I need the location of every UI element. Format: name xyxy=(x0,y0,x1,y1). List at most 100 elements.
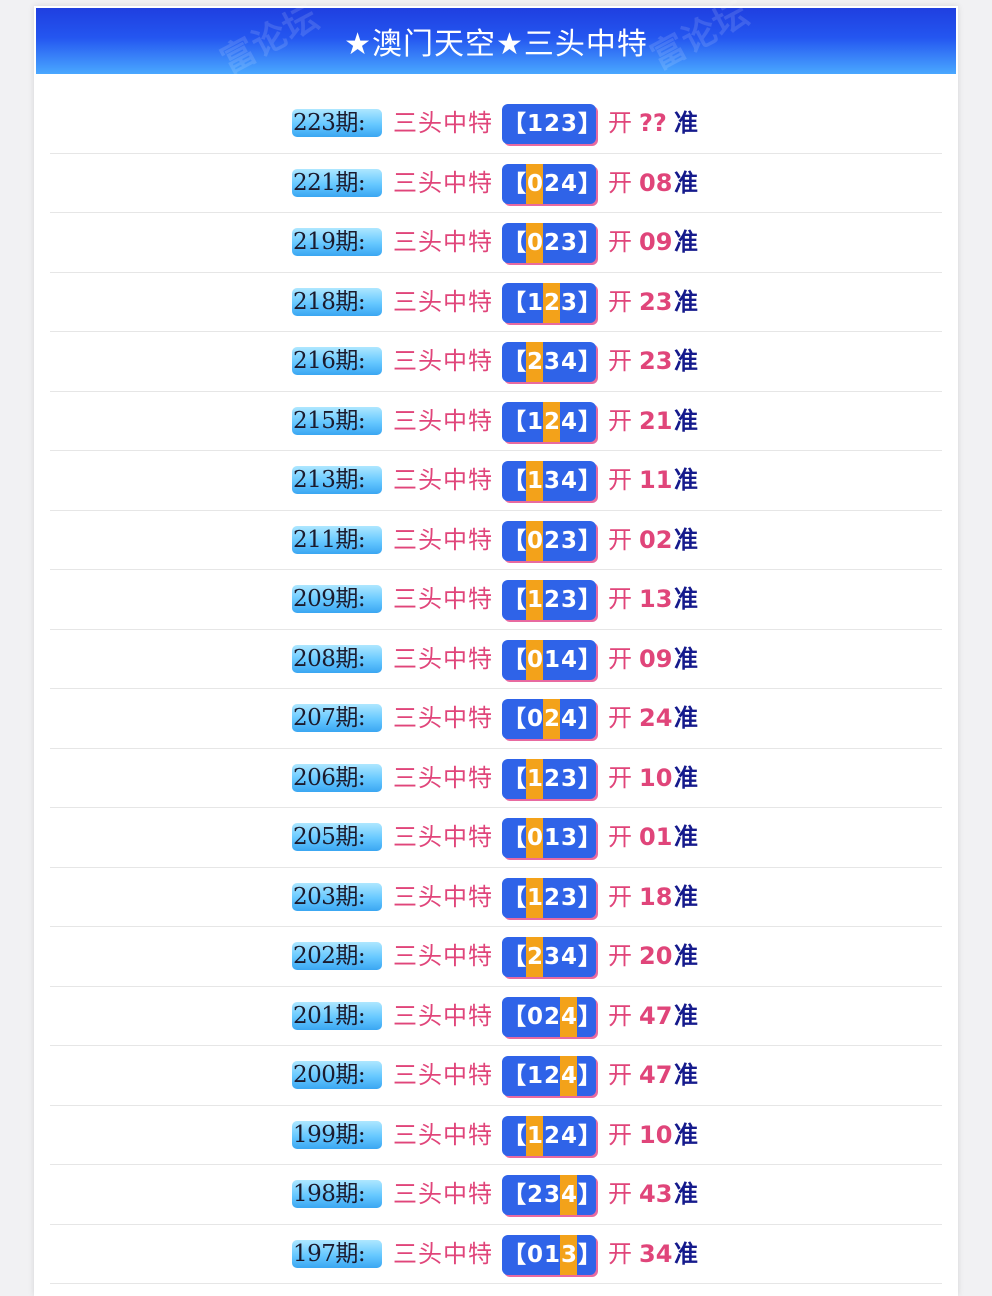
watermark: 富论坛 xyxy=(214,0,326,82)
hit-digit: 2 xyxy=(543,401,560,442)
list-item: 209期: 三头中特 【123】开 13 准 xyxy=(50,570,942,630)
digit: 】 xyxy=(578,587,601,613)
digit: 】 xyxy=(578,884,601,911)
digit: 3 xyxy=(561,527,577,554)
digit: 3 xyxy=(561,884,577,911)
list-item: 215期: 三头中特 【124】开 21 准 xyxy=(50,392,942,451)
result-number: 20 xyxy=(639,942,673,970)
open-label: 开 xyxy=(608,585,632,613)
accuracy-mark: 准 xyxy=(674,942,698,970)
list-item: 198期: 三头中特 【234】开 43 准 xyxy=(50,1165,942,1225)
open-label: 开 xyxy=(608,704,632,732)
digit: 2 xyxy=(544,765,560,792)
result-number: 18 xyxy=(639,882,673,911)
list-item: 223期: 三头中特 【123】开?? 准 xyxy=(50,94,942,154)
predicted-digits-box: 【124】 xyxy=(502,1115,601,1156)
digit: 】 xyxy=(578,527,601,554)
predicted-digits-box: 【023】 xyxy=(502,520,601,561)
prediction-label: 三头中特 xyxy=(393,1239,493,1268)
prediction-label: 三头中特 xyxy=(393,228,493,256)
open-label: 开 xyxy=(608,823,632,851)
accuracy-mark: 准 xyxy=(674,168,698,197)
digit: 3 xyxy=(561,230,577,256)
digit: 【 xyxy=(503,111,526,137)
accuracy-mark: 准 xyxy=(674,347,698,375)
result-number: 09 xyxy=(639,228,673,256)
digit: 4 xyxy=(561,349,577,375)
digit: 3 xyxy=(561,765,577,792)
watermark: 富论坛 xyxy=(644,0,756,78)
digit: 】 xyxy=(578,1182,601,1208)
digit: 1 xyxy=(527,408,543,435)
open-label: 开 xyxy=(608,525,632,554)
digit: 0 xyxy=(527,1003,543,1030)
predicted-digits-box: 【234】 xyxy=(502,937,601,977)
digit: 【 xyxy=(503,230,526,256)
list-item: 205期: 三头中特 【013】开 01 准 xyxy=(50,808,942,868)
digit: 3 xyxy=(544,1182,560,1208)
accuracy-mark: 准 xyxy=(674,1061,698,1089)
digit: 【 xyxy=(503,646,526,673)
hit-digit: 1 xyxy=(526,758,543,799)
open-label: 开 xyxy=(608,763,632,792)
digit: 【 xyxy=(503,825,526,851)
digit: 【 xyxy=(503,408,526,435)
result-number: 23 xyxy=(639,287,673,316)
digit: 【 xyxy=(503,289,526,316)
digit: 1 xyxy=(544,1241,560,1268)
result-number: 13 xyxy=(639,585,673,613)
digit: 4 xyxy=(561,1122,577,1149)
issue-number-badge: 202期: xyxy=(292,942,382,970)
list-item: 208期: 三头中特 【014】开 09 准 xyxy=(50,630,942,689)
list-item: 218期: 三头中特 【123】开 23 准 xyxy=(50,273,942,332)
list-item: 221期: 三头中特 【024】开 08 准 xyxy=(50,154,942,213)
hit-digit: 0 xyxy=(526,818,543,858)
open-label: 开 xyxy=(608,1180,632,1208)
content-panel: 富论坛 富论坛 ★澳门天空★三头中特 223期: 三头中特 【123】开?? 准 221… xyxy=(34,0,958,1296)
open-label: 开 xyxy=(608,168,632,197)
digit: 3 xyxy=(561,289,577,316)
predicted-digits-box: 【024】 xyxy=(502,163,601,204)
digit: 【 xyxy=(503,765,526,792)
digit: 】 xyxy=(578,1241,601,1268)
result-number: 10 xyxy=(639,763,673,792)
accuracy-mark: 准 xyxy=(674,466,698,494)
prediction-label: 三头中特 xyxy=(393,823,493,851)
predicted-digits-box: 【124】 xyxy=(502,401,601,442)
digit: 【 xyxy=(503,884,526,911)
digit: 2 xyxy=(544,1063,560,1089)
digit: 3 xyxy=(561,825,577,851)
hit-digit: 0 xyxy=(526,163,543,204)
digit: 】 xyxy=(578,1122,601,1149)
digit: 】 xyxy=(578,1003,601,1030)
digit: 【 xyxy=(503,1003,526,1030)
predicted-digits-box: 【234】 xyxy=(502,342,601,382)
digit: 【 xyxy=(503,1182,526,1208)
accuracy-mark: 准 xyxy=(674,1180,698,1208)
digit: 】 xyxy=(578,408,601,435)
prediction-label: 三头中特 xyxy=(393,168,493,197)
hit-digit: 4 xyxy=(560,1056,577,1096)
result-number: 47 xyxy=(639,1001,673,1030)
accuracy-mark: 准 xyxy=(674,704,698,732)
open-label: 开 xyxy=(608,109,632,137)
digit: 4 xyxy=(561,408,577,435)
result-number: 23 xyxy=(639,347,673,375)
digit: 1 xyxy=(527,1063,543,1089)
open-label: 开 xyxy=(608,1061,632,1089)
prediction-label: 三头中特 xyxy=(393,1180,493,1208)
digit: 3 xyxy=(544,468,560,494)
prediction-label: 三头中特 xyxy=(393,882,493,911)
hit-digit: 1 xyxy=(526,461,543,501)
digit: 】 xyxy=(578,944,601,970)
digit: 【 xyxy=(503,349,526,375)
hit-digit: 1 xyxy=(526,580,543,620)
predicted-digits-box: 【024】 xyxy=(502,699,601,739)
digit: 1 xyxy=(527,111,543,137)
list-item: 206期: 三头中特 【123】开 10 准 xyxy=(50,749,942,808)
list-item: 219期: 三头中特 【023】开 09 准 xyxy=(50,213,942,273)
digit: 】 xyxy=(578,706,601,732)
digit: 】 xyxy=(578,289,601,316)
predicted-digits-box: 【023】 xyxy=(502,223,601,263)
accuracy-mark: 准 xyxy=(674,882,698,911)
